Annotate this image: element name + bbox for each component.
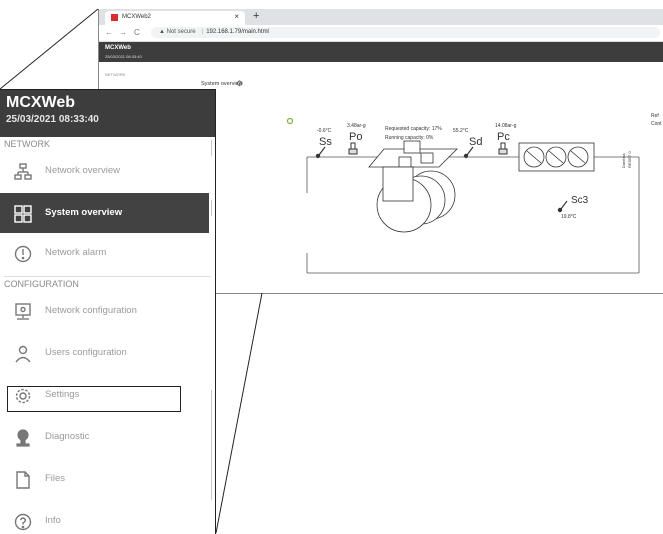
settings-highlight-box xyxy=(7,386,181,412)
user-icon xyxy=(15,345,31,363)
sidebar-item-label: Info xyxy=(45,515,61,526)
sidebar-item-users-configuration[interactable]: Users configuration xyxy=(0,333,215,375)
sidebar-item-diagnostic[interactable]: Diagnostic xyxy=(0,417,215,459)
sidebar-item-network-overview[interactable]: Network overview xyxy=(0,151,215,193)
section-network: NETWORK xyxy=(4,139,50,149)
sidebar-date: 25/03/2021 08:33:40 xyxy=(6,114,99,125)
sidebar-item-label: Users configuration xyxy=(45,347,127,358)
sidebar-header: MCXWeb 25/03/2021 08:33:40 xyxy=(0,90,215,137)
network-icon xyxy=(14,163,32,180)
sidebar-item-files[interactable]: Files xyxy=(0,459,215,501)
network-configuration-icon xyxy=(15,303,31,320)
file-icon xyxy=(16,471,30,489)
sidebar-item-label: Files xyxy=(45,473,66,484)
sidebar-item-label: Network alarm xyxy=(45,247,107,258)
info-icon xyxy=(14,513,32,531)
system-overview-icon xyxy=(14,205,32,223)
sidebar-item-label: Network configuration xyxy=(45,305,137,316)
sidebar-item-network-alarm[interactable]: Network alarm xyxy=(0,233,215,275)
sidebar-item-info[interactable]: Info xyxy=(0,501,215,534)
scrollbar-tick xyxy=(211,140,212,156)
scrollbar-track[interactable] xyxy=(211,390,212,500)
alarm-icon xyxy=(14,245,32,263)
sidebar-item-label: Diagnostic xyxy=(45,431,90,442)
sidebar-title: MCXWeb xyxy=(6,94,76,111)
sidebar-zoomed: MCXWeb 25/03/2021 08:33:40 NETWORK Netwo… xyxy=(0,89,216,534)
sidebar-item-label: System overview xyxy=(45,207,123,218)
diagnostic-icon xyxy=(16,429,30,447)
section-configuration: CONFIGURATION xyxy=(4,279,79,289)
sidebar-item-system-overview[interactable]: System overview xyxy=(0,193,209,233)
sidebar-item-network-configuration[interactable]: Network configuration xyxy=(0,291,215,333)
scrollbar-tick xyxy=(211,200,212,216)
sidebar-item-label: Network overview xyxy=(45,165,120,176)
